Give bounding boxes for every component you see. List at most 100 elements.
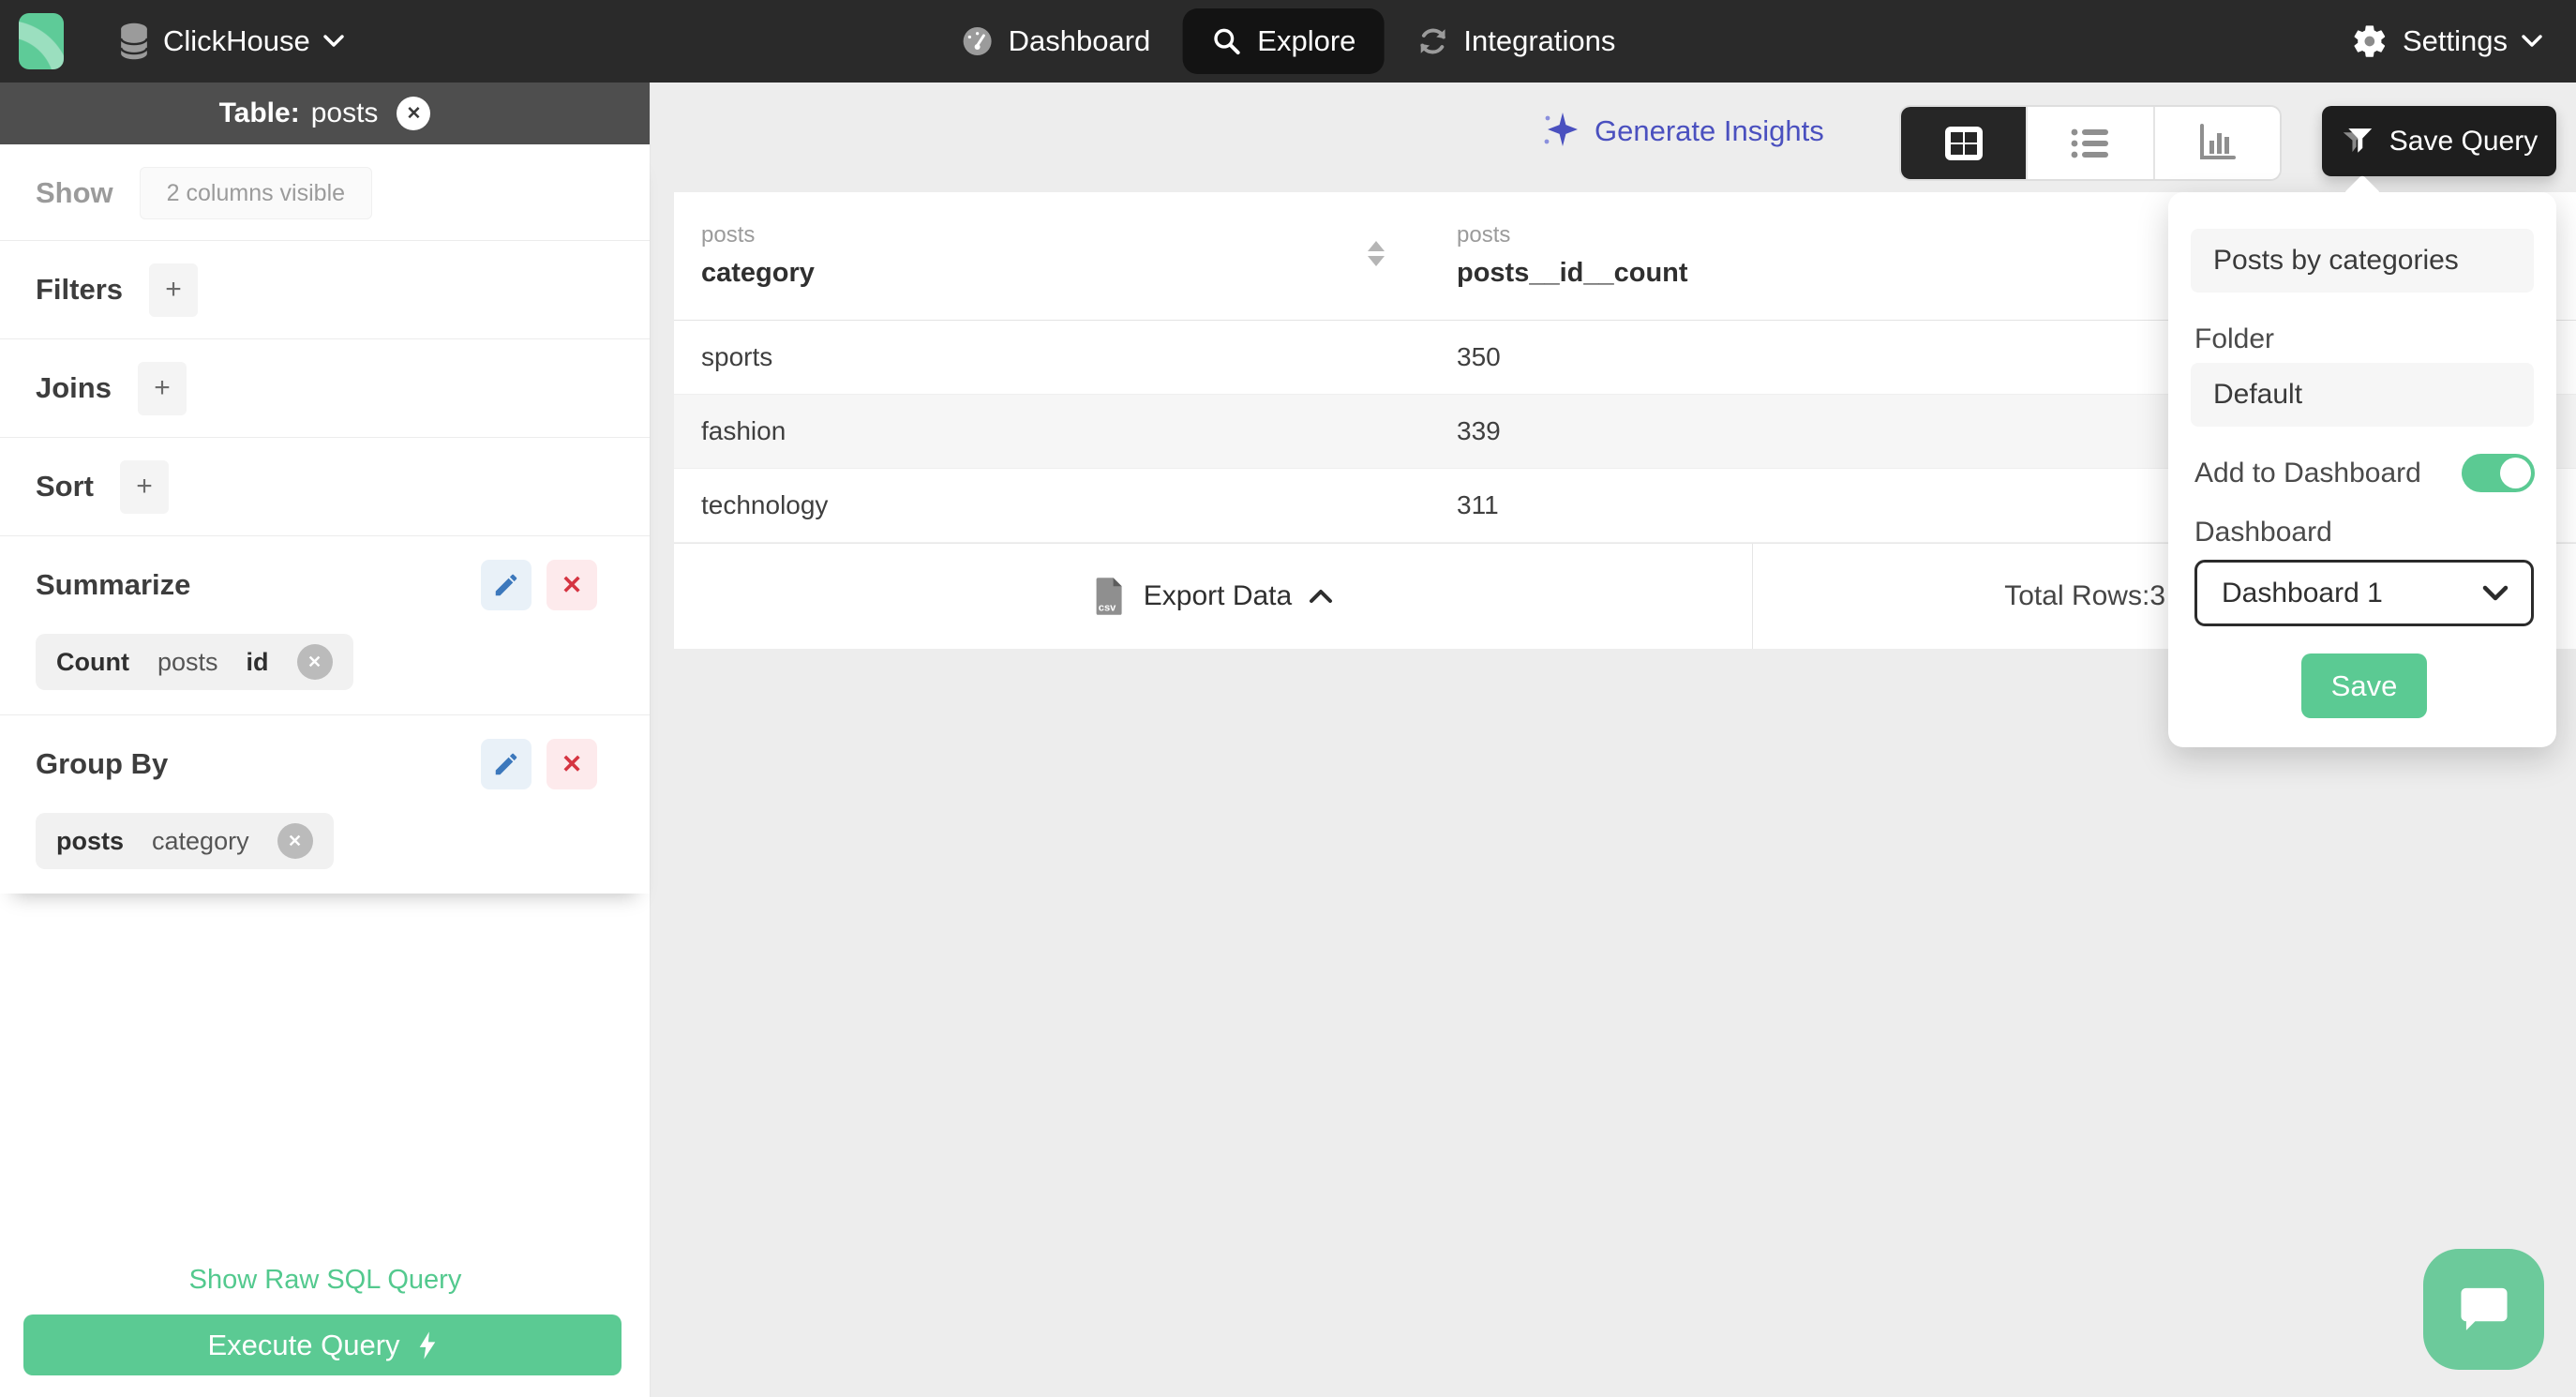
remove-group-by-button[interactable]: ✕ xyxy=(547,739,597,789)
top-navbar: ClickHouse Dashboard Explore Integration… xyxy=(0,0,2576,83)
export-data-button[interactable]: csv Export Data xyxy=(674,544,1752,649)
edit-summarize-button[interactable] xyxy=(481,560,532,610)
toggle-knob xyxy=(2500,458,2531,488)
dashboard-select[interactable]: Dashboard 1 xyxy=(2194,560,2534,626)
nav-explore-label: Explore xyxy=(1257,24,1356,57)
execute-query-button[interactable]: Execute Query xyxy=(23,1314,622,1375)
sort-section: Sort + xyxy=(0,438,650,535)
primary-nav: Dashboard Explore Integrations xyxy=(961,0,1615,83)
view-list-button[interactable] xyxy=(2026,107,2153,179)
add-sort-button[interactable]: + xyxy=(120,459,169,514)
chip-table: posts xyxy=(56,826,125,855)
cell-category: technology xyxy=(701,490,829,519)
sort-desc-icon xyxy=(1368,256,1385,266)
folder-label: Folder xyxy=(2194,323,2275,354)
sync-icon xyxy=(1415,24,1449,58)
nav-integrations[interactable]: Integrations xyxy=(1415,24,1615,58)
list-view-icon xyxy=(2069,125,2112,162)
execute-query-label: Execute Query xyxy=(207,1328,400,1361)
selected-table-bar: Table: posts ✕ xyxy=(0,83,650,144)
gear-icon xyxy=(2351,23,2389,60)
remove-chip-icon[interactable]: ✕ xyxy=(277,823,313,859)
group-by-chip[interactable]: posts category ✕ xyxy=(36,813,334,869)
nav-dashboard[interactable]: Dashboard xyxy=(961,24,1151,58)
chat-widget-button[interactable] xyxy=(2423,1249,2544,1370)
pencil-icon xyxy=(492,571,520,599)
total-rows-value: 3 xyxy=(2149,580,2165,611)
summarize-section: Summarize ✕ xyxy=(0,536,650,634)
query-builder-sidebar: Table: posts ✕ Show 2 columns visible Fi… xyxy=(0,83,651,1397)
edit-group-by-button[interactable] xyxy=(481,739,532,789)
columns-visible-badge[interactable]: 2 columns visible xyxy=(139,167,373,219)
column-name: category xyxy=(701,258,815,288)
sort-toggle-icon[interactable] xyxy=(1368,241,1385,266)
show-section: Show 2 columns visible xyxy=(0,146,650,240)
nav-dashboard-label: Dashboard xyxy=(1008,24,1151,57)
builder-sections: Show 2 columns visible Filters + Joins +… xyxy=(0,146,650,894)
sort-label: Sort xyxy=(36,470,94,503)
chevron-down-icon xyxy=(2522,35,2542,48)
footer-divider xyxy=(1752,544,1753,649)
show-raw-sql-link[interactable]: Show Raw SQL Query xyxy=(0,1265,651,1296)
pencil-icon xyxy=(492,750,520,778)
total-rows: Total Rows: 3 xyxy=(2004,544,2165,649)
joins-section: Joins + xyxy=(0,339,650,437)
chip-column: category xyxy=(152,826,249,855)
add-to-dashboard-label: Add to Dashboard xyxy=(2194,458,2421,488)
chevron-up-icon xyxy=(1309,589,1333,604)
column-header-category[interactable]: posts category xyxy=(674,192,1424,320)
folder-input[interactable]: Default xyxy=(2191,363,2534,427)
popover-arrow xyxy=(2344,174,2381,212)
gauge-icon xyxy=(961,24,995,58)
filters-section: Filters + xyxy=(0,241,650,338)
add-to-dashboard-toggle[interactable] xyxy=(2462,454,2535,492)
remove-summarize-button[interactable]: ✕ xyxy=(547,560,597,610)
remove-table-icon[interactable]: ✕ xyxy=(397,97,431,130)
table-view-icon xyxy=(1941,124,1986,163)
chevron-down-icon xyxy=(2482,585,2509,602)
column-table-name: posts xyxy=(701,222,756,248)
group-by-section: Group By ✕ xyxy=(0,715,650,813)
filters-label: Filters xyxy=(36,273,124,306)
remove-chip-icon[interactable]: ✕ xyxy=(296,644,333,680)
save-query-label: Save Query xyxy=(2389,125,2539,157)
chat-bubble-icon xyxy=(2453,1282,2515,1338)
chip-column: id xyxy=(246,647,269,676)
export-data-label: Export Data xyxy=(1143,580,1293,611)
total-rows-label: Total Rows: xyxy=(2004,580,2150,611)
chip-table: posts xyxy=(157,647,218,676)
brand-switcher[interactable]: ClickHouse xyxy=(19,0,344,83)
settings-menu[interactable]: Settings xyxy=(2351,0,2542,83)
query-name-input[interactable]: Posts by categories xyxy=(2191,229,2534,293)
cell-category: sports xyxy=(701,342,773,371)
group-by-label: Group By xyxy=(36,747,169,780)
dashboard-label: Dashboard xyxy=(2194,517,2332,548)
table-name: posts xyxy=(310,98,379,128)
save-query-button[interactable]: Save Query xyxy=(2322,106,2556,176)
nav-integrations-label: Integrations xyxy=(1463,24,1616,57)
settings-label: Settings xyxy=(2402,24,2508,57)
view-chart-button[interactable] xyxy=(2152,107,2280,179)
summarize-chip[interactable]: Count posts id ✕ xyxy=(36,634,353,690)
cell-category: fashion xyxy=(701,416,786,445)
popover-save-button[interactable]: Save xyxy=(2301,653,2427,718)
summarize-chips: Count posts id ✕ xyxy=(0,634,650,714)
view-switcher xyxy=(1899,105,2282,181)
show-label: Show xyxy=(36,176,113,209)
add-filter-button[interactable]: + xyxy=(149,263,199,317)
search-icon xyxy=(1210,25,1242,57)
csv-file-icon: csv xyxy=(1093,576,1127,617)
sparkle-icon xyxy=(1542,111,1580,152)
sort-asc-icon xyxy=(1368,241,1385,251)
generate-insights-button[interactable]: Generate Insights xyxy=(1542,111,1824,152)
save-query-popover: Posts by categories Folder Default Add t… xyxy=(2168,174,2556,747)
lightning-icon xyxy=(417,1330,438,1359)
database-icon xyxy=(116,23,152,60)
view-table-button[interactable] xyxy=(1901,107,2027,179)
add-join-button[interactable]: + xyxy=(137,361,187,415)
chip-aggregation: Count xyxy=(56,647,129,676)
dashboard-select-value: Dashboard 1 xyxy=(2222,577,2383,608)
bar-chart-icon xyxy=(2196,123,2238,163)
group-by-chips: posts category ✕ xyxy=(0,813,650,894)
nav-explore[interactable]: Explore xyxy=(1182,8,1385,74)
